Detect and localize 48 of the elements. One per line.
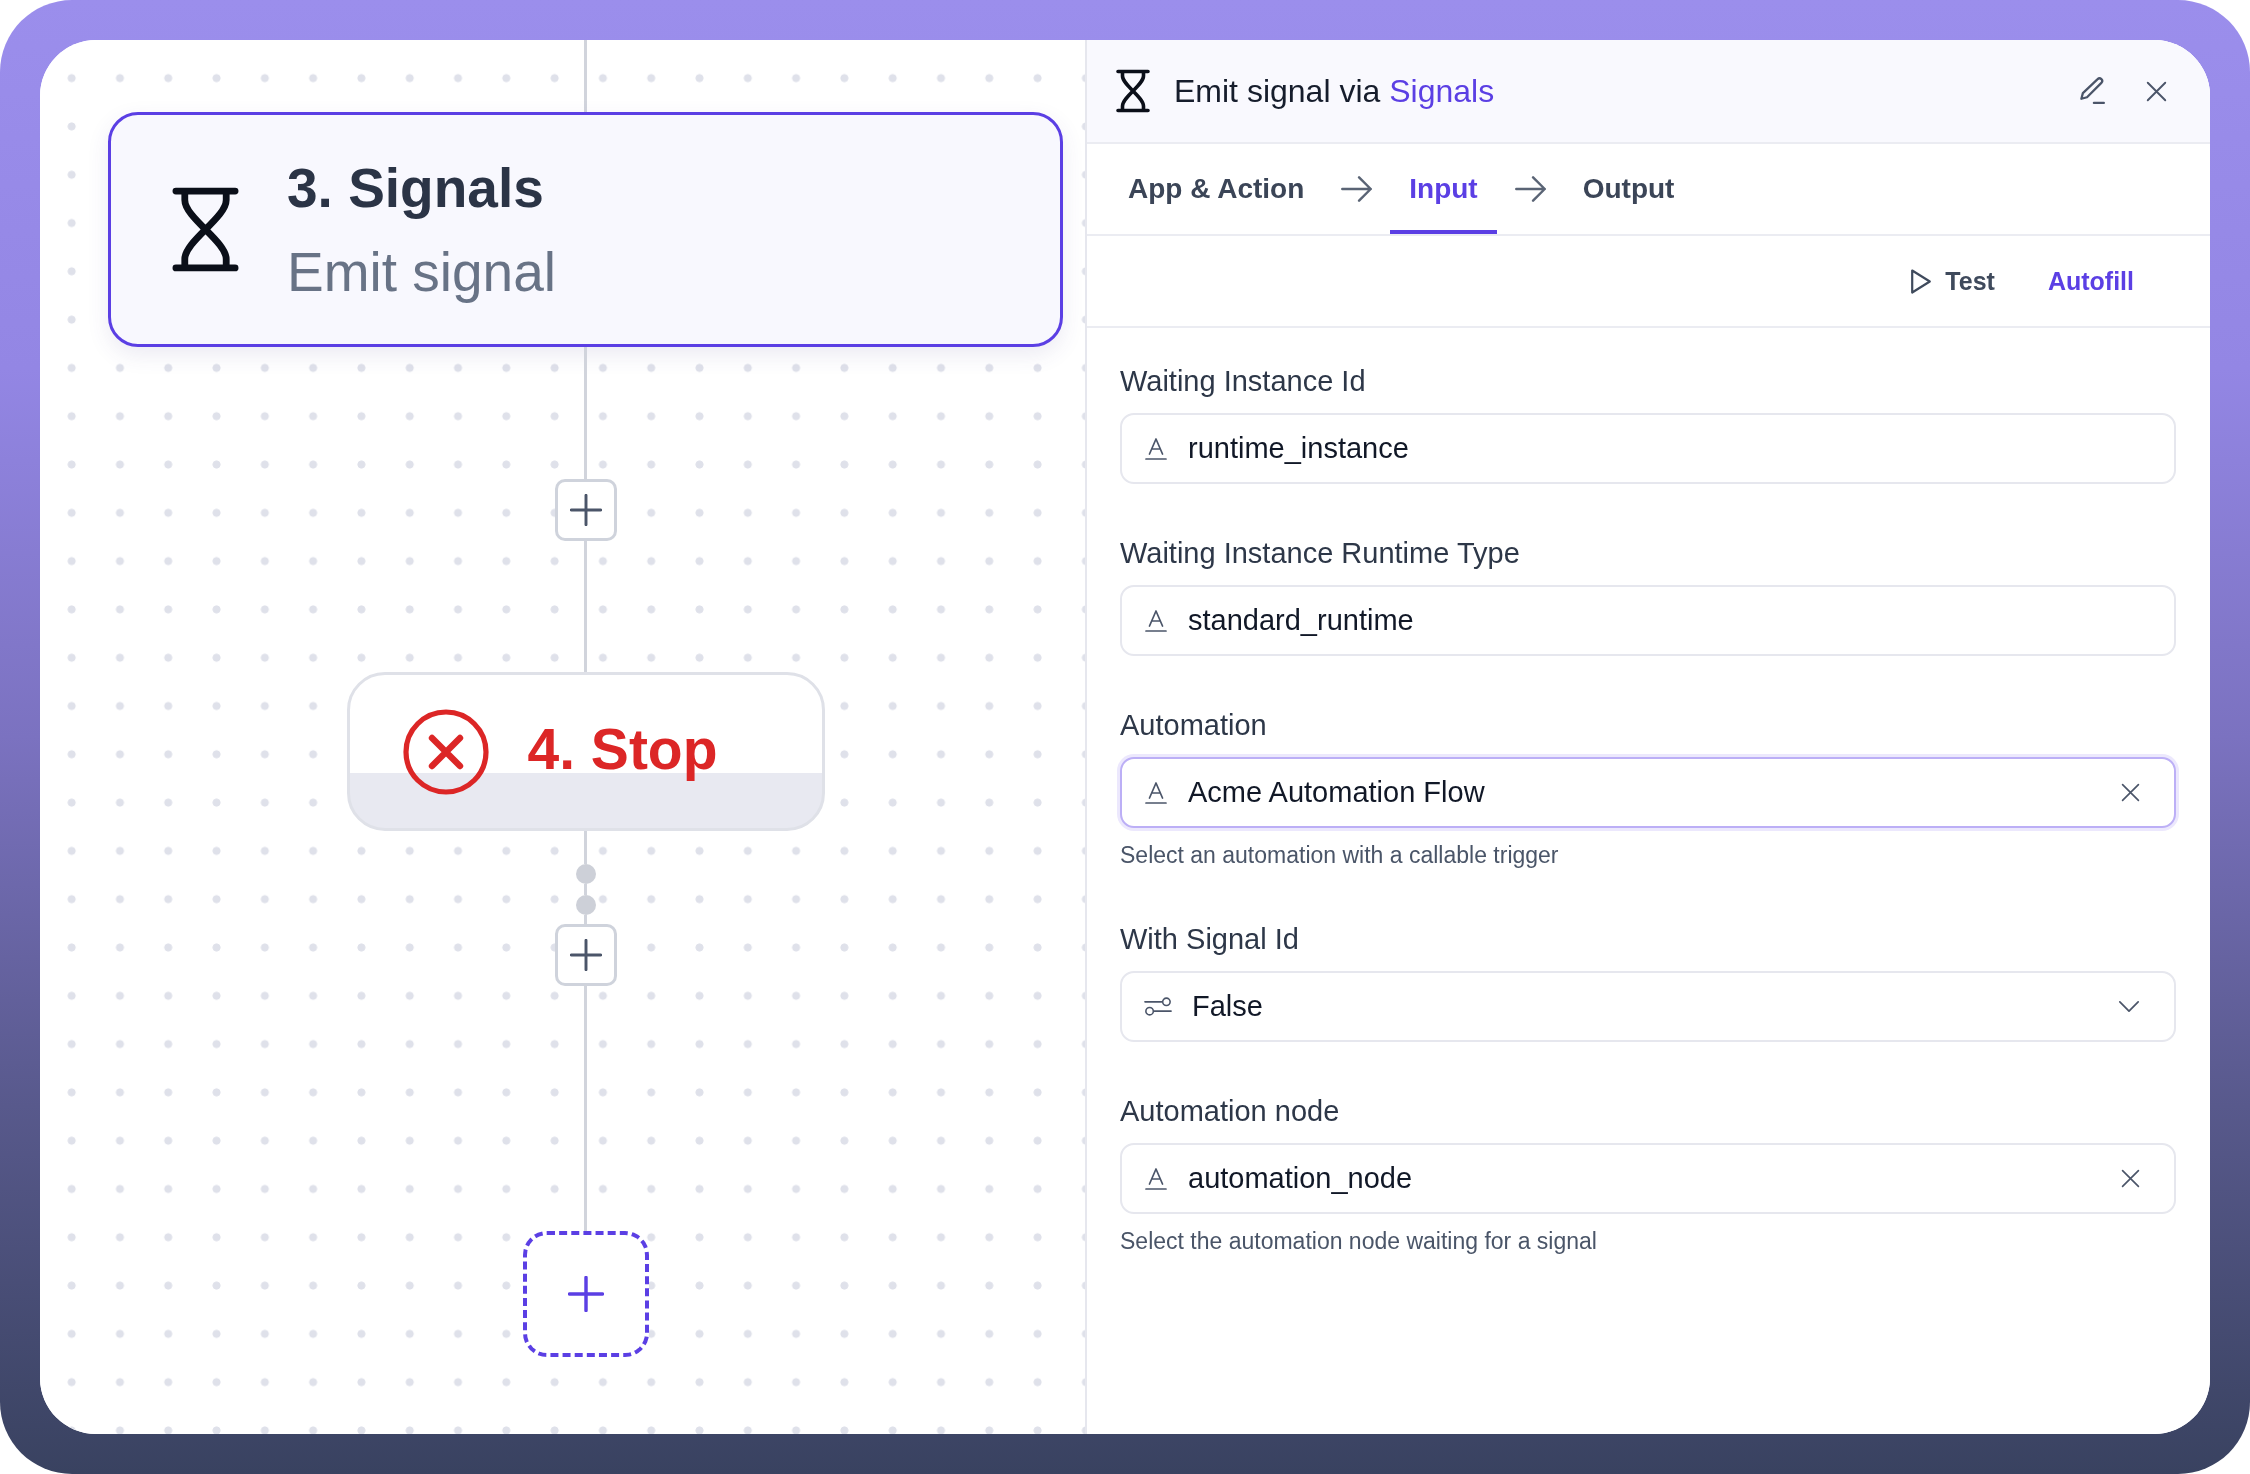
node-title: 4. Stop [527, 715, 718, 782]
pencil-icon [2077, 76, 2107, 106]
help-text: Select the automation node waiting for a signal [1120, 1227, 1598, 1256]
tab[interactable]: App & Action [1109, 144, 1324, 234]
test-button[interactable]: Test [1894, 256, 2011, 306]
tab[interactable]: Input [1390, 144, 1497, 234]
tab[interactable]: Output [1563, 144, 1694, 234]
connector-line [584, 831, 587, 864]
text-type-icon [1144, 780, 1168, 805]
panel-title: Emit signal via Signals [1174, 72, 1495, 110]
text-type-icon [1144, 1166, 1168, 1191]
close-icon [2145, 80, 2167, 102]
help-text: Select an automation with a callable trigger [1120, 841, 1560, 870]
input-field[interactable]: runtime_instance [1120, 413, 2176, 484]
clear-icon[interactable] [2121, 783, 2140, 802]
circle-x-icon [401, 707, 490, 796]
hourglass-icon [1115, 68, 1151, 114]
text-type-icon [1144, 608, 1168, 633]
flow-node[interactable]: 3. Signals Emit signal [108, 112, 1063, 347]
plus-icon [567, 1276, 604, 1312]
connector-line [584, 40, 587, 112]
autofill-button[interactable]: Autofill [2031, 256, 2150, 306]
connector-dot-icon [575, 864, 596, 884]
input-field[interactable]: automation_node [1120, 1143, 2176, 1214]
input-field[interactable]: Acme Automation Flow [1120, 757, 2176, 828]
field-label: Automation node [1120, 1094, 1341, 1129]
field-label: Waiting Instance Runtime Type [1120, 536, 1521, 571]
input-field[interactable]: standard_runtime [1120, 585, 2176, 656]
sliders-icon [1144, 996, 1172, 1017]
arrow-right-icon [1341, 176, 1373, 202]
text-type-icon [1144, 436, 1168, 461]
field-label: Waiting Instance Id [1120, 364, 1367, 399]
field-label: Automation [1120, 708, 1268, 743]
plus-icon [569, 939, 602, 971]
connector-dot-icon [575, 895, 596, 915]
play-icon [1910, 267, 1933, 295]
hourglass-icon [170, 185, 241, 274]
field-label: With Signal Id [1120, 922, 1300, 957]
select-field[interactable]: False [1120, 971, 2176, 1042]
node-title: 3. Signals [287, 155, 545, 221]
add-step-button[interactable] [522, 1231, 649, 1357]
node-subtitle: Emit signal [287, 239, 556, 305]
flow-node[interactable]: 4. Stop [346, 672, 825, 831]
plus-icon [569, 494, 602, 526]
arrow-right-icon [1514, 176, 1546, 202]
clear-icon[interactable] [2121, 1169, 2140, 1188]
app-link[interactable]: Signals [1389, 72, 1495, 109]
chevron-down-icon [2118, 1000, 2140, 1013]
